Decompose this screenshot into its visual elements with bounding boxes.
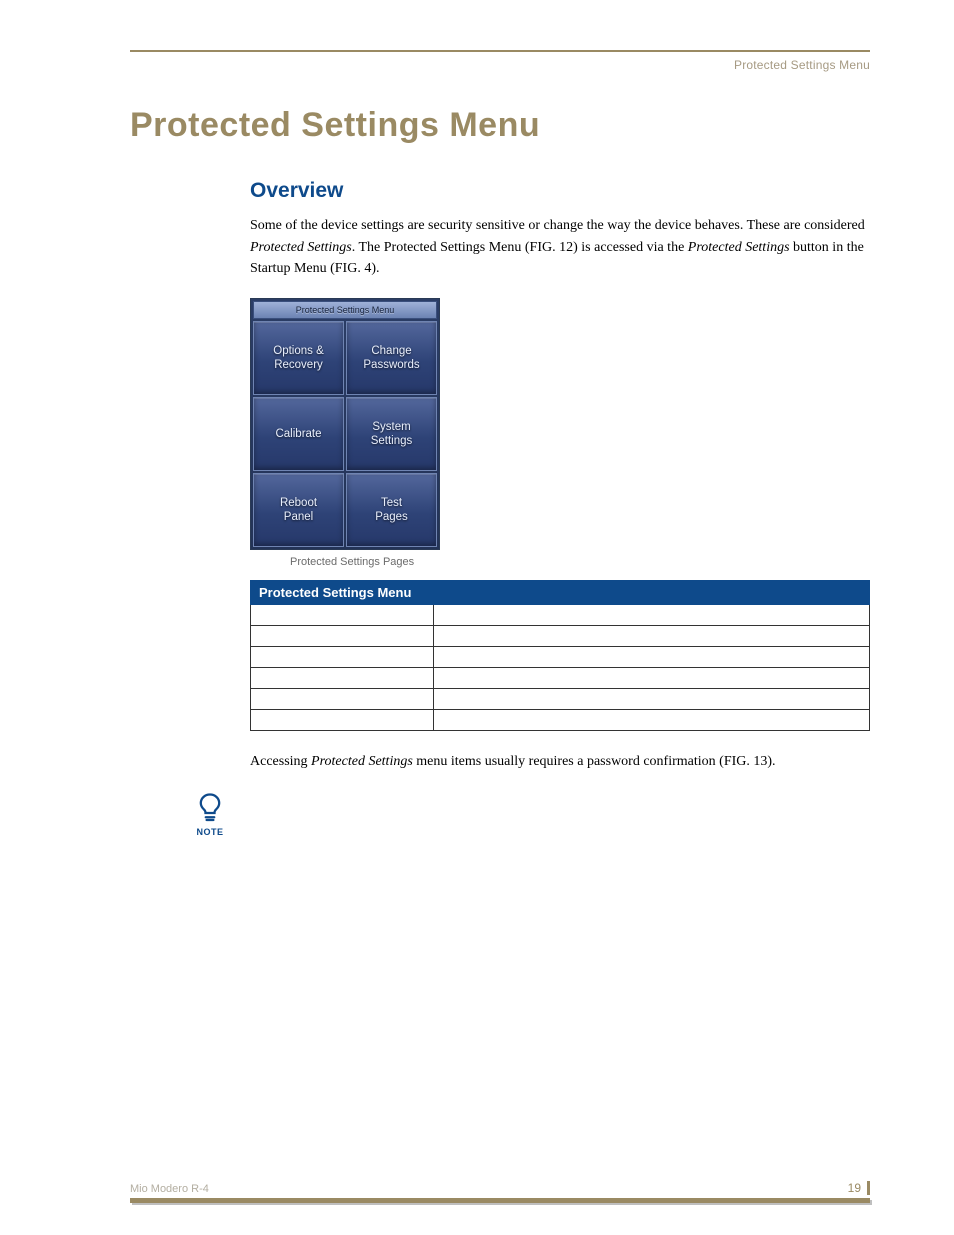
menu-grid: Options & Recovery Change Passwords Cali…: [253, 321, 437, 547]
lightbulb-icon: [193, 791, 227, 825]
table-cell: [251, 626, 434, 647]
button-label-line: Options &: [273, 344, 324, 358]
text-italic: Protected Settings: [311, 754, 413, 769]
table-row: [251, 689, 870, 710]
table-cell: [251, 605, 434, 626]
button-label-line: Reboot: [280, 496, 317, 510]
menu-titlebar: Protected Settings Menu: [253, 301, 437, 319]
button-label-line: Change: [371, 344, 411, 358]
figure-caption: Protected Settings Pages: [290, 556, 870, 568]
page-footer: Mio Modero R-4 19: [130, 1181, 870, 1203]
text: menu items usually requires a password c…: [413, 754, 776, 769]
table-cell: [434, 710, 870, 731]
table-row: [251, 605, 870, 626]
footer-page-number: 19: [848, 1181, 861, 1195]
text: . The Protected Settings Menu (FIG. 12) …: [352, 240, 688, 255]
table-cell: [434, 605, 870, 626]
table-header: Protected Settings Menu: [251, 581, 870, 605]
table-row: [251, 710, 870, 731]
table-cell: [251, 710, 434, 731]
button-label-line: Settings: [371, 434, 413, 448]
text: Some of the device settings are security…: [250, 218, 865, 233]
options-recovery-button[interactable]: Options & Recovery: [253, 321, 344, 395]
text: Accessing: [250, 754, 311, 769]
button-label-line: Calibrate: [275, 427, 321, 441]
reboot-panel-button[interactable]: Reboot Panel: [253, 473, 344, 547]
table-cell: [434, 668, 870, 689]
button-label-line: Recovery: [274, 358, 323, 372]
table-cell: [251, 647, 434, 668]
table-row: [251, 647, 870, 668]
table-cell: [251, 689, 434, 710]
note-label: NOTE: [190, 827, 230, 837]
overview-heading: Overview: [250, 179, 870, 203]
overview-paragraph: Some of the device settings are security…: [250, 215, 870, 280]
protected-settings-table: Protected Settings Menu: [250, 580, 870, 731]
table-header-row: Protected Settings Menu: [251, 581, 870, 605]
note-icon: NOTE: [190, 791, 230, 837]
button-label-line: Passwords: [363, 358, 419, 372]
page-title: Protected Settings Menu: [130, 106, 870, 145]
table-row: [251, 626, 870, 647]
button-label-line: Test: [381, 496, 402, 510]
button-label-line: Panel: [284, 510, 313, 524]
footer-doc-title: Mio Modero R-4: [130, 1183, 209, 1195]
text-italic: Protected Settings: [250, 240, 352, 255]
header-rule: [130, 50, 870, 52]
table-cell: [434, 647, 870, 668]
footer-rule: [130, 1198, 870, 1203]
text-italic: Protected Settings: [688, 240, 790, 255]
change-passwords-button[interactable]: Change Passwords: [346, 321, 437, 395]
running-head: Protected Settings Menu: [130, 58, 870, 72]
after-table-paragraph: Accessing Protected Settings menu items …: [250, 751, 870, 773]
button-label-line: System: [372, 420, 410, 434]
table-cell: [434, 689, 870, 710]
table-cell: [251, 668, 434, 689]
test-pages-button[interactable]: Test Pages: [346, 473, 437, 547]
button-label-line: Pages: [375, 510, 408, 524]
note-block: NOTE: [190, 791, 870, 837]
system-settings-button[interactable]: System Settings: [346, 397, 437, 471]
table-cell: [434, 626, 870, 647]
protected-settings-menu-screenshot: Protected Settings Menu Options & Recove…: [250, 298, 440, 550]
calibrate-button[interactable]: Calibrate: [253, 397, 344, 471]
table-row: [251, 668, 870, 689]
